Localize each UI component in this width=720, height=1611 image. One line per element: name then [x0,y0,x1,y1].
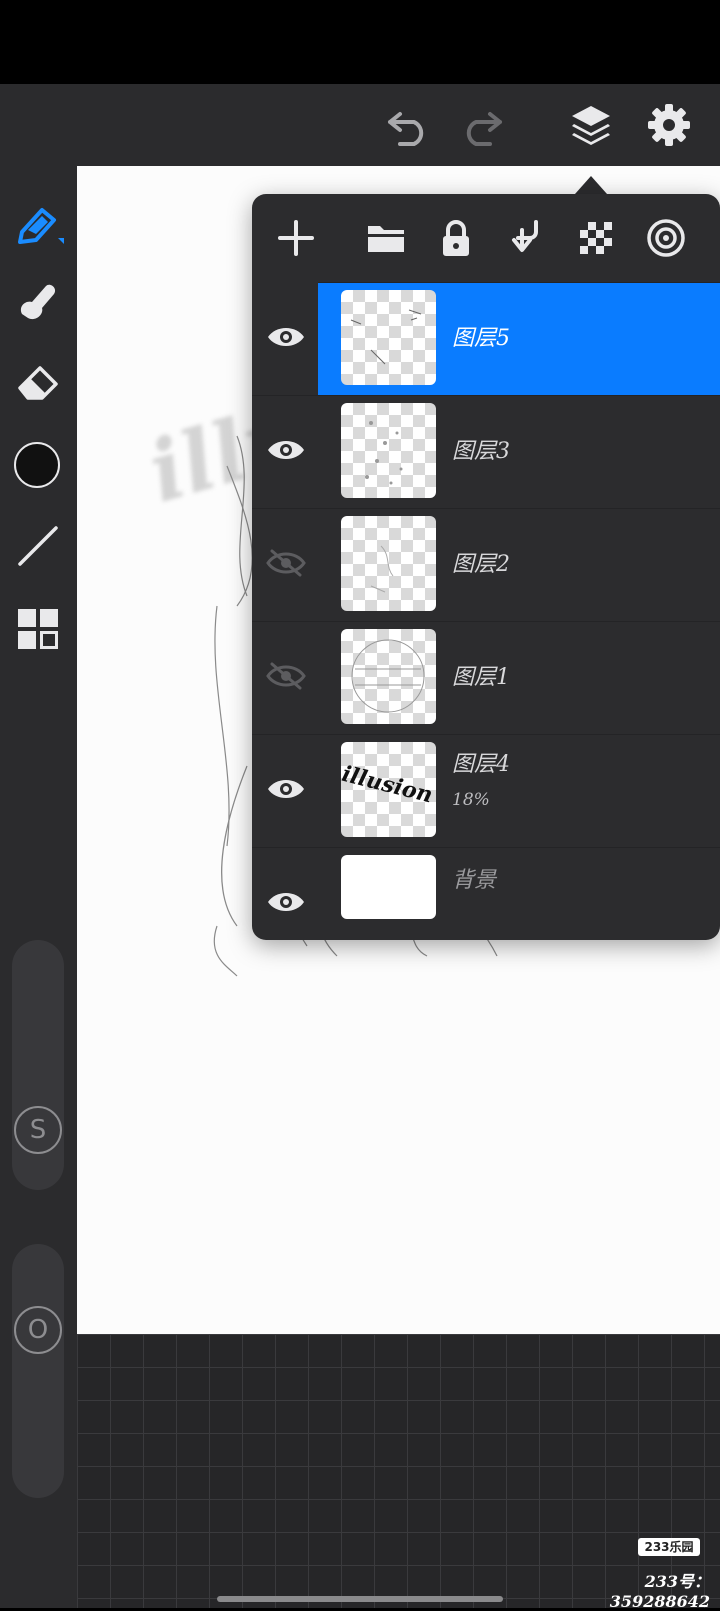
target-icon[interactable] [642,214,690,262]
layers-panel-pointer [575,176,607,194]
layer-opacity-label: 18% [452,790,490,810]
brush-size-knob[interactable]: S [14,1106,62,1154]
layer-thumbnail [341,629,436,724]
layer-name: 图层2 [452,552,510,577]
layer-name: 图层3 [452,439,510,464]
merge-down-icon[interactable] [502,214,550,262]
top-toolbar [0,84,720,166]
opacity-knob[interactable]: O [14,1306,62,1354]
status-bar [0,0,720,84]
layer-thumbnail [341,403,436,498]
watermark-badge: 233乐园 [638,1538,700,1556]
eye-icon[interactable] [266,887,306,917]
home-indicator [217,1596,503,1602]
tool-sidebar: S O [0,84,77,1608]
layer-thumbnail [341,516,436,611]
eraser-icon[interactable] [16,362,60,402]
watermark-text: 233号： 359288642 [609,1572,710,1611]
opacity-slider[interactable] [12,1244,64,1498]
layer-name: 图层4 [452,752,510,777]
folder-icon[interactable] [362,214,410,262]
layer-name: 图层5 [452,326,510,351]
smudge-icon[interactable] [16,280,60,324]
eye-icon[interactable] [266,322,306,352]
color-swatch[interactable] [14,442,60,488]
alpha-lock-icon[interactable] [572,214,620,262]
layer-name: 图层1 [452,665,510,690]
gear-icon[interactable] [646,102,692,148]
layer-thumbnail [341,290,436,385]
layer-thumbnail [341,855,436,919]
layer-name: 背景 [452,868,497,893]
add-layer-icon[interactable] [272,214,320,262]
redo-icon[interactable] [458,106,504,146]
eye-icon[interactable] [266,435,306,465]
layer-thumbnail-text: illusion [341,760,436,809]
undo-icon[interactable] [386,106,432,146]
layers-icon[interactable] [568,102,614,148]
lock-icon[interactable] [432,214,480,262]
canvas-grid-background [77,1334,720,1608]
eye-hidden-icon[interactable] [266,661,306,691]
eye-icon[interactable] [266,774,306,804]
grid-icon[interactable] [17,608,59,650]
eye-hidden-icon[interactable] [266,548,306,578]
layer-thumbnail: illusion [341,742,436,837]
layers-panel: illusion 图层5 图层3 图层2 图层1 图层4 18% 背景 [252,194,720,940]
line-icon[interactable] [16,524,60,568]
pen-icon[interactable] [14,202,66,248]
